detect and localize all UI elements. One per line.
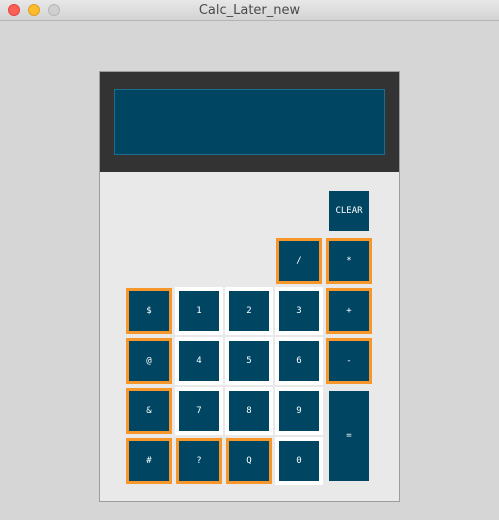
digit-5-button[interactable]: 5 — [225, 337, 273, 385]
dollar-button[interactable]: $ — [126, 288, 172, 334]
plus-button[interactable]: + — [326, 288, 372, 334]
digit-0-button[interactable]: 0 — [275, 437, 323, 485]
calculator-display — [114, 89, 385, 155]
digit-9-button[interactable]: 9 — [275, 387, 323, 435]
q-button[interactable]: Q — [226, 438, 272, 484]
at-button[interactable]: @ — [126, 338, 172, 384]
equals-button[interactable]: = — [329, 391, 369, 481]
window-titlebar: Calc_Later_new — [0, 0, 499, 21]
calculator-panel: CLEAR / * $ 1 2 3 + @ 4 5 6 - & 7 8 9 = … — [99, 71, 400, 502]
digit-4-button[interactable]: 4 — [175, 337, 223, 385]
ampersand-button[interactable]: & — [126, 388, 172, 434]
digit-2-button[interactable]: 2 — [225, 287, 273, 335]
display-housing — [100, 72, 399, 172]
digit-8-button[interactable]: 8 — [225, 387, 273, 435]
divide-button[interactable]: / — [276, 238, 322, 284]
minus-button[interactable]: - — [326, 338, 372, 384]
digit-1-button[interactable]: 1 — [175, 287, 223, 335]
hash-button[interactable]: # — [126, 438, 172, 484]
window-title: Calc_Later_new — [198, 3, 301, 18]
question-button[interactable]: ? — [176, 438, 222, 484]
digit-3-button[interactable]: 3 — [275, 287, 323, 335]
digit-6-button[interactable]: 6 — [275, 337, 323, 385]
clear-button[interactable]: CLEAR — [329, 191, 369, 231]
digit-7-button[interactable]: 7 — [175, 387, 223, 435]
multiply-button[interactable]: * — [326, 238, 372, 284]
